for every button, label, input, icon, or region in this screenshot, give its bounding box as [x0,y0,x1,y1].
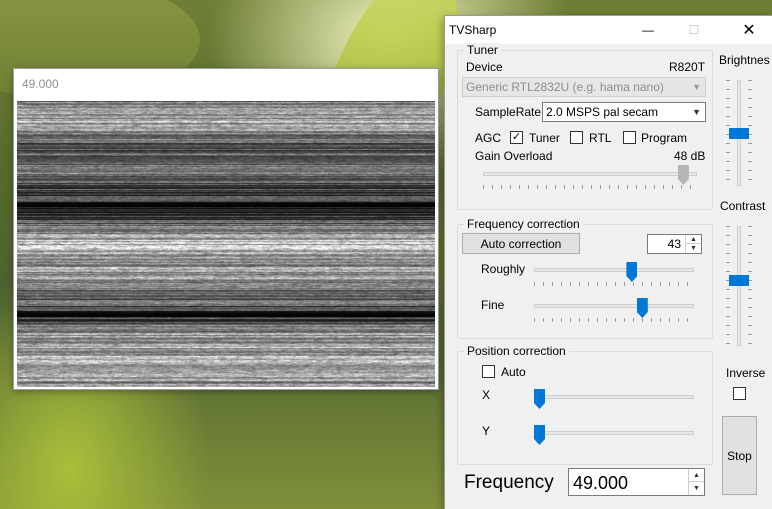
roughly-slider-track[interactable] [534,268,694,272]
agc-rtl-label: RTL [589,131,612,145]
agc-program-checkbox[interactable] [623,131,636,144]
x-label: X [482,388,491,402]
spinner-up-icon[interactable]: ▲ [686,235,701,244]
video-window[interactable]: 49.000 [14,69,438,389]
window-title: TVSharp [449,23,497,37]
position-correction-group: Position correction [457,344,713,465]
tuner-model-label: R820T [669,60,706,74]
device-select-value: Generic RTL2832U (e.g. hama nano) [466,80,664,94]
agc-tuner-label: Tuner [529,131,560,145]
tv-noise-display [17,101,435,387]
gain-value: 48 dB [674,149,706,163]
tvsharp-window: TVSharp — ☐ ✕ Tuner Device R820T Generic… [445,16,772,509]
x-slider-track[interactable] [534,395,694,399]
samplerate-label: SampleRate [475,105,542,119]
inverse-label: Inverse [726,366,766,380]
chevron-down-icon: ▼ [692,107,701,117]
agc-rtl-checkbox[interactable] [570,131,583,144]
spinner-down-icon[interactable]: ▼ [686,244,701,253]
gain-label: Gain Overload [475,149,553,163]
frequency-correction-spinner[interactable]: 43 ▲ ▼ [647,234,702,254]
contrast-label: Contrast [720,199,766,213]
frequency-label: Frequency [464,472,554,493]
brightness-label: Brightnes [719,53,770,67]
auto-correction-button[interactable]: Auto correction [462,233,580,254]
video-window-title: 49.000 [22,77,59,91]
frequency-spinner[interactable]: 49.000 ▲ ▼ [568,468,705,496]
position-correction-label: Position correction [464,344,569,358]
samplerate-select-value: 2.0 MSPS pal secam [546,105,659,119]
samplerate-select[interactable]: 2.0 MSPS pal secam ▼ [542,102,706,122]
agc-label: AGC [475,131,502,145]
window-titlebar[interactable]: TVSharp — ☐ ✕ [445,16,772,44]
device-select[interactable]: Generic RTL2832U (e.g. hama nano) ▼ [462,77,706,97]
frequency-spinner-arrows[interactable]: ▲ ▼ [688,469,704,495]
device-label: Device [466,60,503,74]
y-slider-track[interactable] [534,431,694,435]
chevron-down-icon: ▼ [692,82,701,92]
roughly-label: Roughly [481,262,526,276]
fine-slider-track[interactable] [534,304,694,308]
fine-label: Fine [481,298,505,312]
position-auto-label: Auto [501,365,526,379]
roughly-slider-ticks [534,282,694,286]
position-auto-checkbox[interactable] [482,365,495,378]
brightness-slider-thumb[interactable] [729,127,749,139]
gain-slider-ticks [483,185,697,189]
agc-program-label: Program [641,131,688,145]
frequency-correction-label: Frequency correction [464,217,583,231]
inverse-checkbox[interactable] [733,387,746,400]
stop-button[interactable]: Stop [722,416,757,495]
frequency-value[interactable]: 49.000 [573,473,628,494]
frequency-correction-value: 43 [667,237,681,251]
minimize-button[interactable]: — [625,16,671,44]
maximize-button[interactable]: ☐ [671,16,717,44]
tuner-group-label: Tuner [464,43,501,57]
agc-tuner-checkbox[interactable]: ✓ [510,131,523,144]
frequency-down-icon[interactable]: ▼ [689,482,704,495]
frequency-up-icon[interactable]: ▲ [689,469,704,482]
contrast-slider-thumb[interactable] [729,275,749,287]
close-button[interactable]: ✕ [726,16,772,44]
spinner-arrows[interactable]: ▲ ▼ [685,235,701,253]
fine-slider-ticks [534,318,694,322]
y-label: Y [482,424,491,438]
gain-slider-track[interactable] [483,172,697,176]
